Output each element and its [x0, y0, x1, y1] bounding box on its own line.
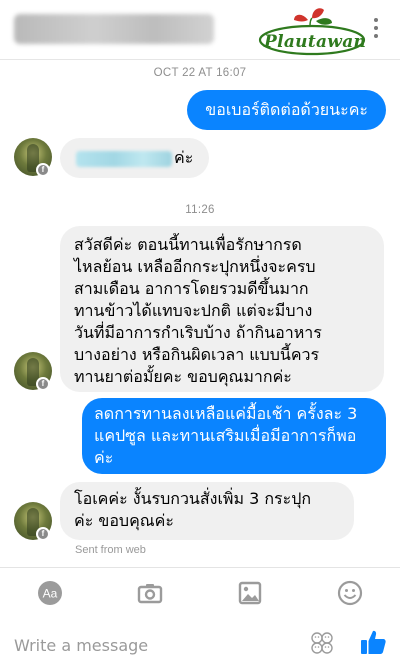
reactions-icon[interactable] [310, 631, 334, 655]
incoming-message[interactable]: สวัสดีค่ะ ตอนนี้ทานเพื่อรักษากรด ไหลย้อน… [60, 226, 384, 392]
emoji-icon[interactable] [337, 580, 363, 606]
message-line: แคปซูล และทานเสริมเมื่อมีอาการก็พอ [94, 426, 357, 445]
message-line: ทานข้าวได้แทบจะปกติ แต่จะมีบาง [74, 301, 313, 320]
text-format-icon[interactable]: Aa [37, 580, 63, 606]
sent-from-label: Sent from web [75, 544, 146, 556]
contact-name-blurred[interactable] [14, 14, 214, 44]
svg-text:Aa: Aa [43, 587, 58, 601]
conversation-header: Plautawan [0, 0, 400, 60]
outgoing-message[interactable]: ลดการทานลงเหลือแค่มื้อเช้า ครั้งละ 3 แคป… [82, 398, 386, 474]
message-line: ไหลย้อน เหลืออีกกระปุกหนึ่งจะครบ [74, 257, 316, 276]
messenger-badge-icon: f [36, 377, 50, 391]
message-composer [0, 617, 400, 670]
message-line: ลดการทานลงเหลือแค่มื้อเช้า ครั้งละ 3 [94, 404, 358, 423]
timestamp: OCT 22 AT 16:07 [153, 67, 247, 79]
message-line: สามเดือน อาการโดยรวมดีขึ้นมาก [74, 279, 309, 298]
message-text: ค่ะ [174, 148, 194, 167]
composer-toolbar: Aa [0, 567, 400, 617]
messenger-badge-icon: f [36, 163, 50, 177]
message-line: ค่ะ ขอบคุณค่ะ [74, 511, 174, 530]
message-text: ขอเบอร์ติดต่อด้วยนะคะ [205, 100, 368, 119]
message-input[interactable] [14, 633, 264, 657]
incoming-message[interactable]: โอเคค่ะ งั้นรบกวนสั่งเพิ่ม 3 กระปุก ค่ะ … [60, 482, 354, 540]
messenger-badge-icon: f [36, 527, 50, 541]
image-icon[interactable] [237, 580, 263, 606]
plautawan-logo: Plautawan [254, 6, 366, 56]
incoming-message[interactable]: ค่ะ [60, 138, 210, 178]
message-line: ทานยาต่อมั้ยคะ ขอบคุณมากค่ะ [74, 367, 292, 386]
outgoing-message[interactable]: ขอเบอร์ติดต่อด้วยนะคะ [187, 90, 386, 130]
message-line: สวัสดีค่ะ ตอนนี้ทานเพื่อรักษากรด [74, 235, 302, 254]
more-options-icon[interactable] [368, 14, 384, 44]
like-thumbs-up-icon[interactable] [359, 628, 387, 656]
timestamp: 11:26 [185, 204, 215, 216]
camera-icon[interactable] [137, 580, 163, 606]
message-line: โอเคค่ะ งั้นรบกวนสั่งเพิ่ม 3 กระปุก [74, 489, 312, 508]
message-line: บางอย่าง หรือกินผิดเวลา แบบนี้ควร [74, 345, 320, 364]
message-line: ค่ะ [94, 448, 114, 467]
logo-text: Plautawan [264, 32, 367, 52]
blurred-phone-number [76, 150, 172, 167]
message-line: วันที่มีอาการกำเริบบ้าง ถ้ากินอาหาร [74, 323, 322, 342]
